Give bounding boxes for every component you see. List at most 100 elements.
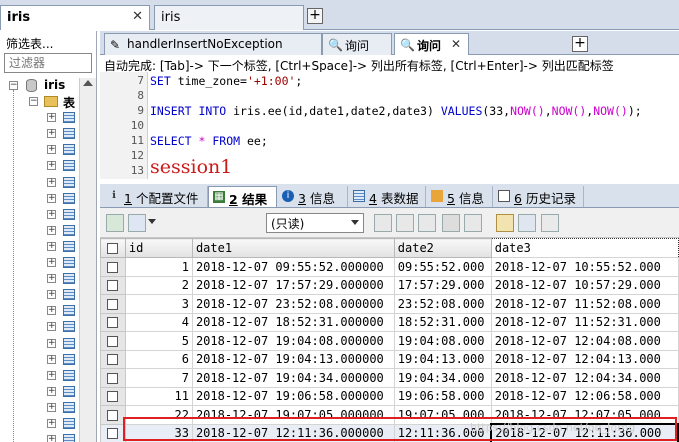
cell-date1[interactable]: 2018-12-07 12:11:36.000000 <box>191 423 395 442</box>
cell-date2[interactable]: 09:55:52.000 <box>393 257 492 277</box>
insert-row-icon[interactable] <box>374 214 392 232</box>
close-icon[interactable]: ✕ <box>132 9 143 24</box>
table-row[interactable]: 11 2018-12-07 19:06:58.000000 19:06:58.000… <box>100 386 679 406</box>
cell-date3[interactable]: 2018-12-07 12:11:36.000 <box>490 423 679 442</box>
table-row[interactable]: 1 2018-12-07 09:55:52.000000 09:55:52.000 2… <box>100 257 679 277</box>
grid-view-icon[interactable] <box>496 214 514 232</box>
editor-tab-query-1[interactable]: 🔍 询问 <box>322 33 392 55</box>
cell-date2[interactable]: 12:11:36.000 <box>393 423 492 442</box>
cell-date1[interactable]: 2018-12-07 19:04:13.000000 <box>191 349 395 369</box>
table-row[interactable]: 33 2018-12-07 12:11:36.000000 12:11:36.000… <box>100 423 679 442</box>
expand-icon[interactable]: + <box>47 129 56 139</box>
cell-date2[interactable]: 19:04:34.000 <box>393 368 492 388</box>
expand-icon[interactable]: + <box>47 354 56 364</box>
close-icon[interactable]: ✕ <box>451 37 461 51</box>
table-row[interactable]: 7 2018-12-07 19:04:34.000000 19:04:34.000 2… <box>100 368 679 388</box>
expand-icon[interactable]: + <box>47 322 56 332</box>
refresh-icon[interactable] <box>464 214 482 232</box>
cell-date2[interactable]: 19:04:08.000 <box>393 331 492 351</box>
cell-date1[interactable]: 2018-12-07 09:55:52.000000 <box>191 257 395 277</box>
expand-icon[interactable]: + <box>47 258 56 268</box>
expand-icon[interactable]: + <box>47 177 56 187</box>
result-mode-select[interactable]: (只读) <box>266 213 364 233</box>
column-header-date2[interactable]: date2 <box>393 238 492 258</box>
select-all-checkbox[interactable] <box>107 243 119 254</box>
cell-date1[interactable]: 2018-12-07 19:06:58.000000 <box>191 386 395 406</box>
expand-icon[interactable]: + <box>47 145 56 155</box>
row-select-cell[interactable] <box>100 331 126 351</box>
row-checkbox[interactable] <box>107 372 119 384</box>
expand-icon[interactable]: + <box>47 290 56 300</box>
scroll-up-icon[interactable] <box>83 80 93 86</box>
table-row[interactable]: 3 2018-12-07 23:52:08.000000 23:52:08.000 2… <box>100 294 679 314</box>
delete-icon[interactable] <box>442 214 460 232</box>
cell-id[interactable]: 22 <box>124 405 193 425</box>
filter-input[interactable] <box>4 53 92 73</box>
cell-date2[interactable]: 19:04:13.000 <box>393 349 492 369</box>
row-select-cell[interactable] <box>100 405 126 425</box>
row-select-cell[interactable] <box>100 294 126 314</box>
expand-icon[interactable]: + <box>47 306 56 316</box>
expand-icon[interactable]: + <box>47 113 56 123</box>
collapse-icon[interactable]: − <box>29 97 38 107</box>
cell-date2[interactable]: 17:57:29.000 <box>393 275 492 295</box>
cell-date3[interactable]: 2018-12-07 12:04:34.000 <box>490 368 679 388</box>
row-checkbox[interactable] <box>107 428 119 440</box>
connection-tab-iris-active[interactable]: iris ✕ <box>0 5 150 30</box>
cell-date3[interactable]: 2018-12-07 10:57:29.000 <box>490 275 679 295</box>
table-row[interactable]: 4 2018-12-07 18:52:31.000000 18:52:31.000 2… <box>100 312 679 332</box>
table-row[interactable]: 5 2018-12-07 19:04:08.000000 19:04:08.000 2… <box>100 331 679 351</box>
cell-date1[interactable]: 2018-12-07 18:52:31.000000 <box>191 312 395 332</box>
table-row[interactable]: 6 2018-12-07 19:04:13.000000 19:04:13.000 2… <box>100 349 679 369</box>
row-checkbox[interactable] <box>107 354 119 366</box>
expand-icon[interactable]: + <box>47 418 56 428</box>
collapse-icon[interactable]: − <box>9 81 18 90</box>
save-icon[interactable] <box>418 214 436 232</box>
result-tab-history[interactable]: 6 历史记录 <box>494 186 584 207</box>
tree-scrollbar[interactable] <box>79 78 96 442</box>
cell-id[interactable]: 7 <box>124 368 193 388</box>
expand-icon[interactable]: + <box>47 370 56 380</box>
row-select-cell[interactable] <box>100 275 126 295</box>
result-tab-info[interactable]: 5 信息 <box>427 186 493 207</box>
editor-tab-query-2[interactable]: 🔍 询问 ✕ <box>394 33 469 55</box>
new-connection-button[interactable]: + <box>307 8 323 24</box>
result-tab-results[interactable]: ▦ 2 结果 <box>208 186 277 207</box>
cell-date3[interactable]: 2018-12-07 11:52:08.000 <box>490 294 679 314</box>
expand-icon[interactable]: + <box>47 193 56 203</box>
expand-icon[interactable]: + <box>47 402 56 412</box>
form-view-icon[interactable] <box>518 214 536 232</box>
cell-date1[interactable]: 2018-12-07 17:57:29.000000 <box>191 275 395 295</box>
cell-date2[interactable]: 23:52:08.000 <box>393 294 492 314</box>
cell-date1[interactable]: 2018-12-07 19:04:08.000000 <box>191 331 395 351</box>
cell-id[interactable]: 5 <box>124 331 193 351</box>
row-checkbox[interactable] <box>107 261 119 273</box>
new-query-button[interactable]: + <box>572 36 588 52</box>
expand-icon[interactable]: + <box>47 241 56 251</box>
editor-tab-handler[interactable]: ✎ handlerInsertNoException <box>104 33 322 55</box>
cell-date1[interactable]: 2018-12-07 19:04:34.000000 <box>191 368 395 388</box>
row-select-cell[interactable] <box>100 368 126 388</box>
cell-id[interactable]: 3 <box>124 294 193 314</box>
sql-editor[interactable]: 7 8 9 10 11 12 13 SET time_zone='+1:00';… <box>100 72 679 179</box>
table-row[interactable]: 22 2018-12-07 19:07:05.000000 19:07:05.000… <box>100 405 679 425</box>
table-row[interactable]: 2 2018-12-07 17:57:29.000000 17:57:29.000 2… <box>100 275 679 295</box>
row-select-cell[interactable] <box>100 349 126 369</box>
cell-date3[interactable]: 2018-12-07 11:52:31.000 <box>490 312 679 332</box>
result-tab-profile[interactable]: ℹ 1 个配置文件 <box>104 186 208 207</box>
result-tab-table-data[interactable]: 4 表数据 <box>349 186 426 207</box>
cell-id[interactable]: 1 <box>124 257 193 277</box>
expand-icon[interactable]: + <box>47 435 56 442</box>
expand-icon[interactable]: + <box>47 209 56 219</box>
duplicate-row-icon[interactable] <box>396 214 414 232</box>
import-icon[interactable] <box>128 214 146 232</box>
row-select-cell[interactable] <box>100 423 126 442</box>
cell-date1[interactable]: 2018-12-07 19:07:05.000000 <box>191 405 395 425</box>
cell-date3[interactable]: 2018-12-07 12:06:58.000 <box>490 386 679 406</box>
connection-tab-iris[interactable]: iris <box>154 5 304 30</box>
cell-date2[interactable]: 18:52:31.000 <box>393 312 492 332</box>
row-checkbox[interactable] <box>107 317 119 329</box>
cell-id[interactable]: 2 <box>124 275 193 295</box>
row-checkbox[interactable] <box>107 409 119 421</box>
expand-icon[interactable]: + <box>47 338 56 348</box>
